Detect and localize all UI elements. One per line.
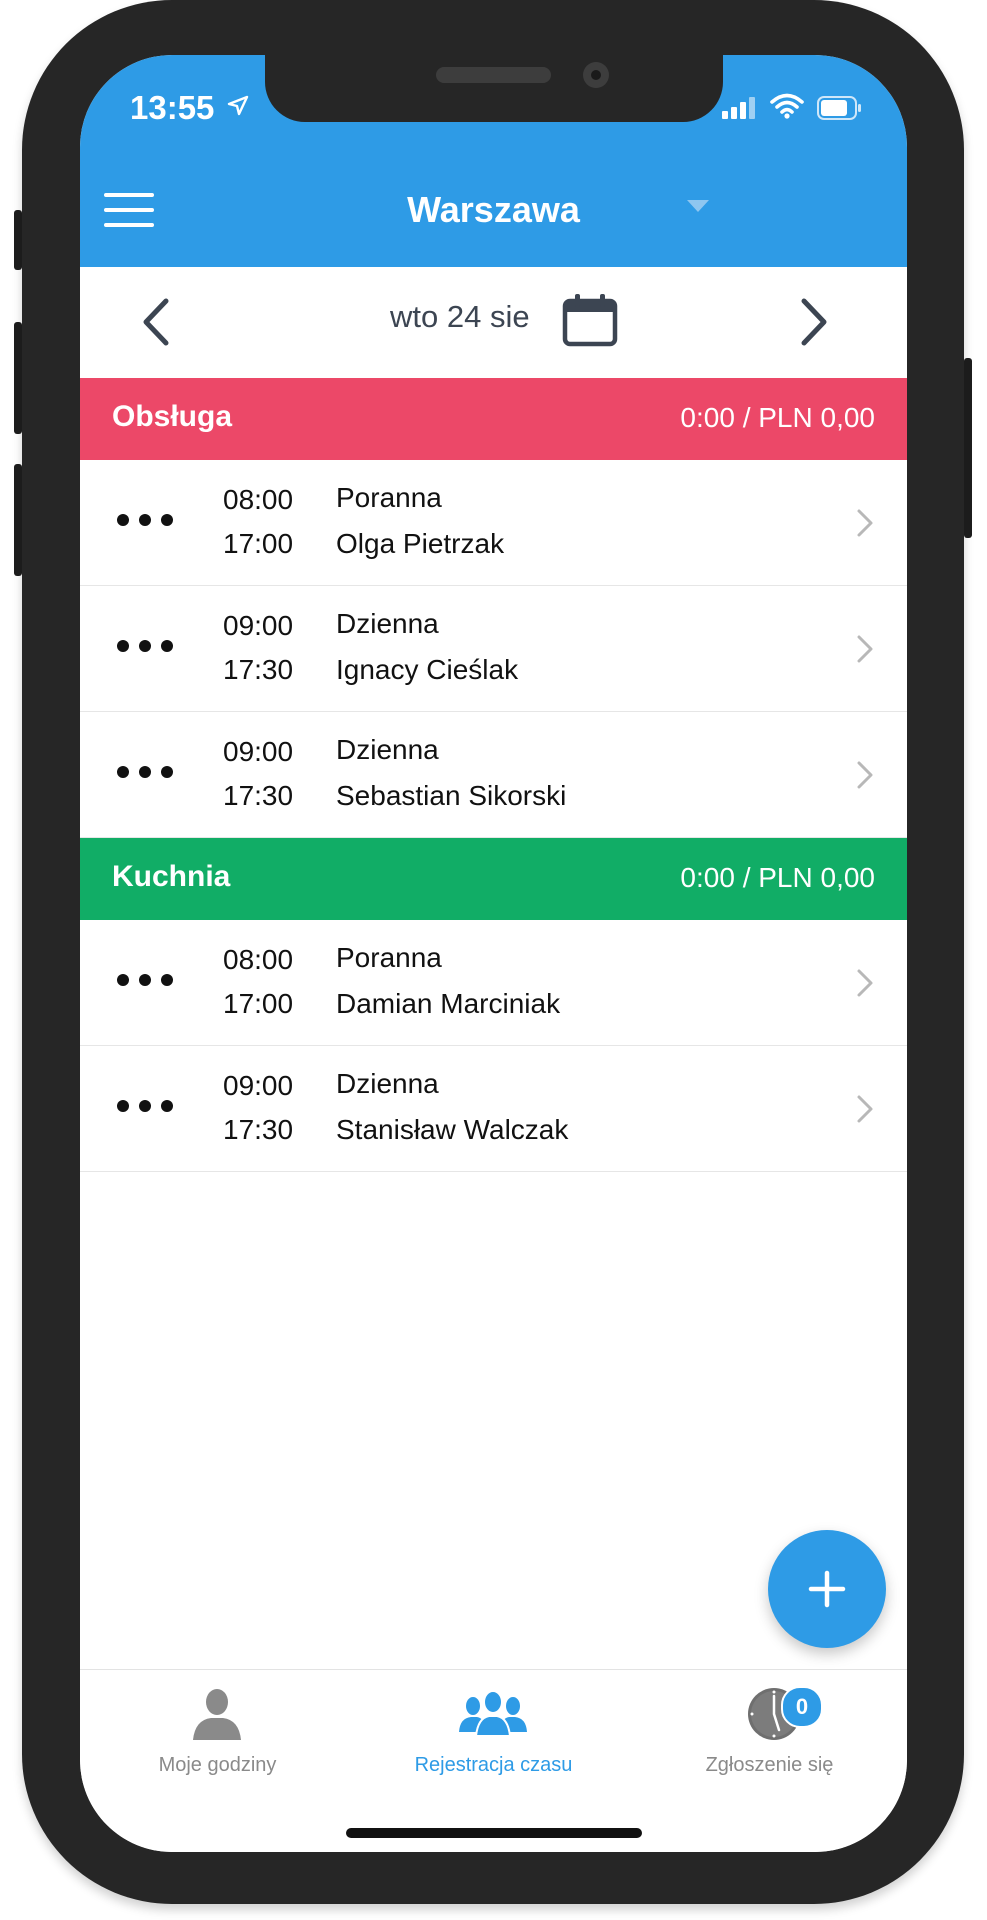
- chevron-right-icon: [857, 1095, 873, 1123]
- shift-row[interactable]: 08:00 17:00 Poranna Damian Marciniak: [80, 920, 907, 1046]
- chevron-right-icon: [857, 635, 873, 663]
- bottom-tab-bar: Moje godziny Rejestracja czasu Zgłoszeni…: [80, 1669, 907, 1852]
- tab-check-in[interactable]: Zgłoszenie się: [632, 1670, 907, 1790]
- employee-name: Stanisław Walczak: [336, 1114, 569, 1145]
- tab-my-hours[interactable]: Moje godziny: [80, 1670, 355, 1790]
- chevron-left-icon[interactable]: [140, 297, 172, 347]
- shift-start-time: 09:00: [223, 610, 294, 641]
- employee-name: Damian Marciniak: [336, 988, 561, 1019]
- chevron-right-icon: [857, 761, 873, 789]
- tab-label: Zgłoszenie się: [705, 1754, 834, 1776]
- tab-label: Rejestracja czasu: [414, 1754, 573, 1776]
- shift-start-time: 09:00: [223, 1070, 294, 1101]
- add-shift-button[interactable]: [768, 1530, 886, 1648]
- shift-name: Dzienna: [336, 1068, 439, 1099]
- section-name: Kuchnia: [112, 860, 231, 893]
- chevron-right-icon: [857, 509, 873, 537]
- employee-name: Sebastian Sikorski: [336, 780, 567, 811]
- plus-icon: [808, 1570, 846, 1608]
- shift-start-time: 08:00: [223, 484, 294, 515]
- shift-row[interactable]: 09:00 17:30 Dzienna Sebastian Sikorski: [80, 712, 907, 838]
- app-screen: 13:55 Warszawa wto 24 sie Obsługa 0:00 /…: [80, 55, 907, 1852]
- tab-label: Moje godziny: [158, 1754, 277, 1776]
- employee-name: Olga Pietrzak: [336, 528, 505, 559]
- shift-row[interactable]: 08:00 17:00 Poranna Olga Pietrzak: [80, 460, 907, 586]
- location-arrow-icon: [227, 95, 249, 116]
- more-dots-icon[interactable]: [115, 764, 175, 780]
- speaker-grille: [436, 67, 551, 83]
- section-header-obsluga: Obsługa 0:00 / PLN 0,00: [80, 378, 907, 460]
- person-icon: [193, 1689, 241, 1740]
- front-camera: [583, 62, 609, 88]
- shift-end-time: 17:30: [223, 780, 294, 811]
- chevron-right-icon[interactable]: [798, 297, 830, 347]
- shift-name: Poranna: [336, 942, 442, 973]
- shift-name: Dzienna: [336, 734, 439, 765]
- shift-row[interactable]: 09:00 17:30 Dzienna Ignacy Cieślak: [80, 586, 907, 712]
- mute-switch: [14, 210, 22, 270]
- location-title[interactable]: Warszawa: [80, 189, 907, 231]
- more-dots-icon[interactable]: [115, 512, 175, 528]
- section-total: 0:00 / PLN 0,00: [680, 862, 875, 893]
- more-dots-icon[interactable]: [115, 638, 175, 654]
- cellular-signal-icon: [722, 97, 755, 119]
- device-notch: [265, 55, 723, 122]
- power-button: [964, 358, 972, 538]
- shift-start-time: 09:00: [223, 736, 294, 767]
- section-header-kuchnia: Kuchnia 0:00 / PLN 0,00: [80, 838, 907, 920]
- shift-end-time: 17:00: [223, 988, 294, 1019]
- volume-down-button: [14, 464, 22, 576]
- status-time: 13:55: [130, 89, 215, 126]
- employee-name: Ignacy Cieślak: [336, 654, 519, 685]
- volume-up-button: [14, 322, 22, 434]
- chevron-right-icon: [857, 969, 873, 997]
- shift-end-time: 17:30: [223, 654, 294, 685]
- group-icon: [459, 1690, 527, 1737]
- wifi-icon: [770, 93, 804, 119]
- dropdown-caret-icon[interactable]: [687, 200, 709, 212]
- shift-name: Poranna: [336, 482, 442, 513]
- date-label[interactable]: wto 24 sie: [390, 299, 530, 335]
- more-dots-icon[interactable]: [115, 1098, 175, 1114]
- calendar-icon[interactable]: [562, 293, 618, 347]
- home-indicator[interactable]: [346, 1828, 642, 1838]
- battery-icon: [817, 96, 861, 120]
- shift-end-time: 17:30: [223, 1114, 294, 1145]
- shift-name: Dzienna: [336, 608, 439, 639]
- tab-time-registration[interactable]: Rejestracja czasu: [356, 1670, 631, 1790]
- section-total: 0:00 / PLN 0,00: [680, 402, 875, 433]
- notification-badge: 0: [781, 1686, 823, 1728]
- shift-end-time: 17:00: [223, 528, 294, 559]
- date-navigator: wto 24 sie: [80, 267, 907, 378]
- shift-row[interactable]: 09:00 17:30 Dzienna Stanisław Walczak: [80, 1046, 907, 1172]
- shift-start-time: 08:00: [223, 944, 294, 975]
- more-dots-icon[interactable]: [115, 972, 175, 988]
- section-name: Obsługa: [112, 400, 233, 433]
